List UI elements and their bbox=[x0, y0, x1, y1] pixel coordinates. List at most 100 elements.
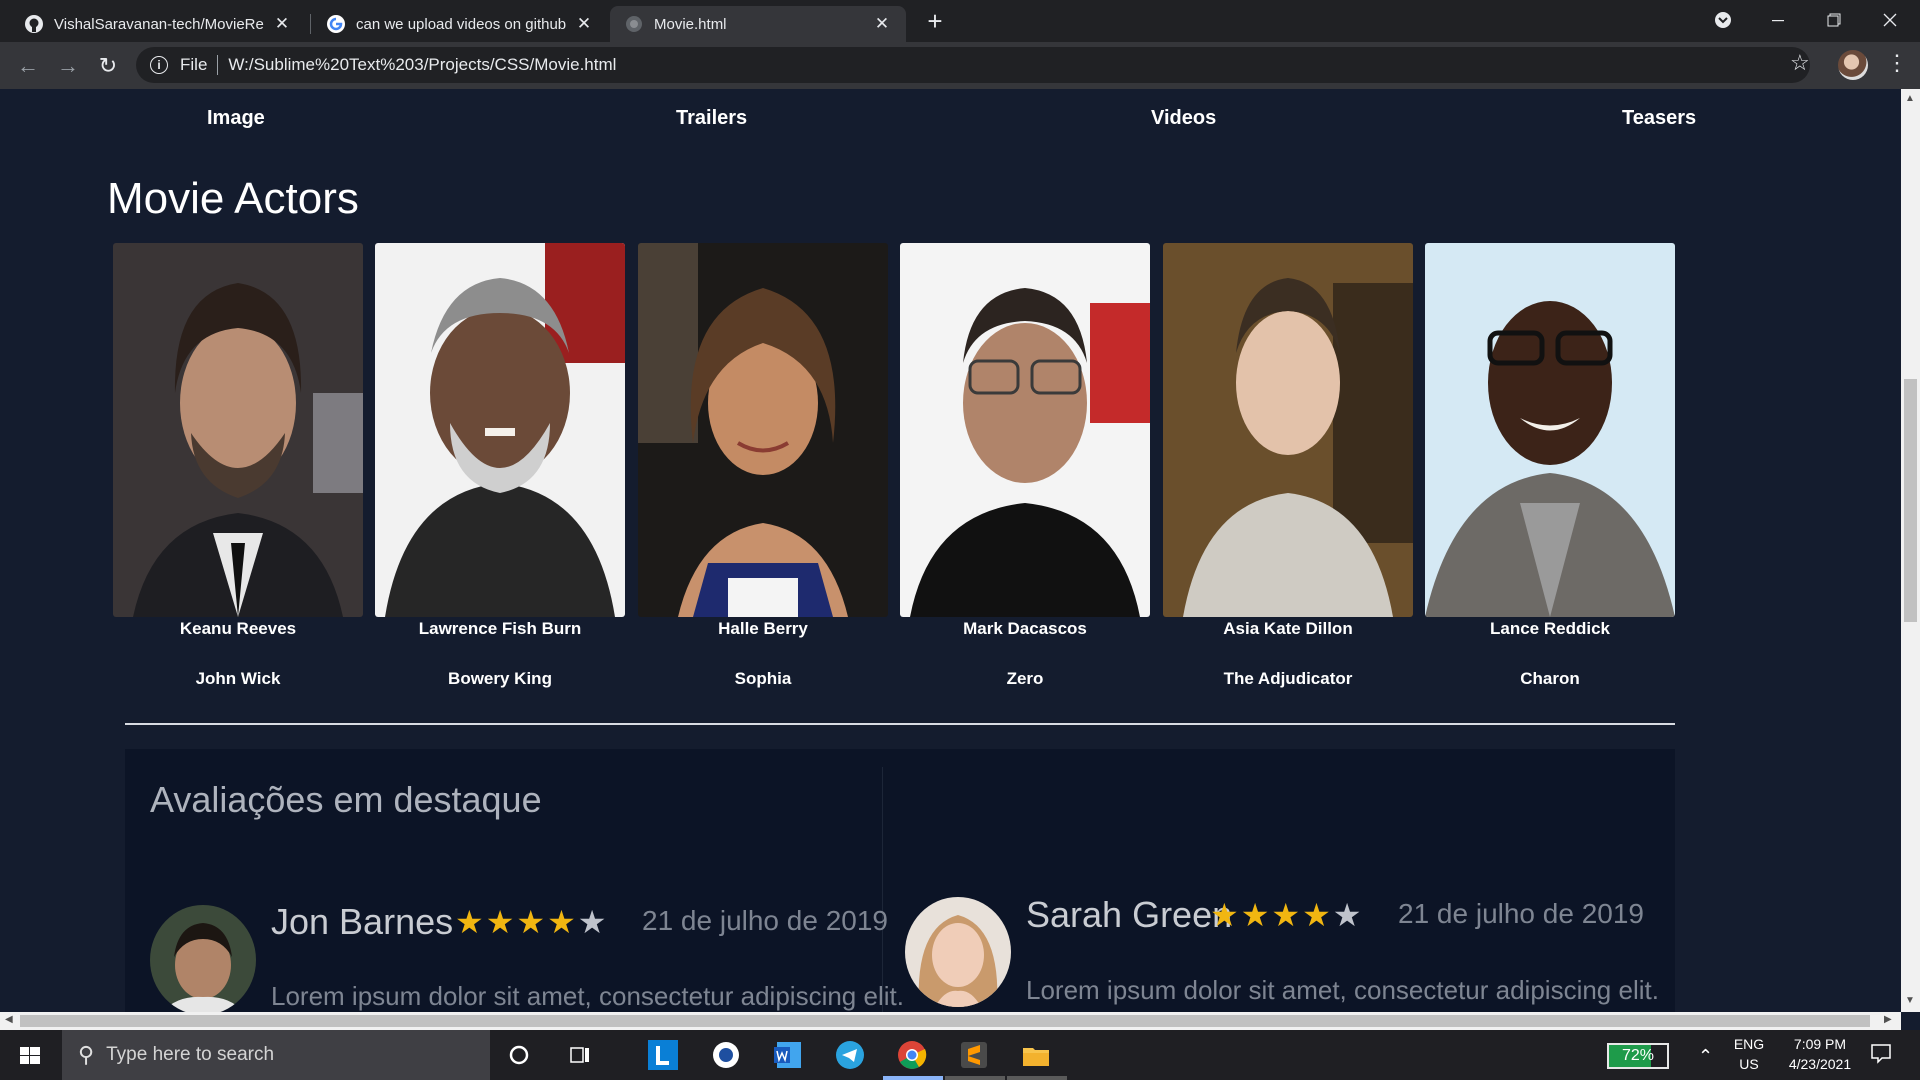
actor-photo bbox=[375, 243, 625, 617]
scrollbar-thumb[interactable] bbox=[1904, 379, 1917, 622]
reviewer-name: Jon Barnes bbox=[271, 901, 454, 942]
actor-card[interactable]: Keanu Reeves John Wick bbox=[113, 243, 363, 688]
tab-search-icon[interactable] bbox=[1695, 0, 1751, 40]
open-app-indicator bbox=[945, 1076, 1005, 1080]
star-filled-icon: ★ bbox=[1271, 897, 1303, 933]
scrollbar-thumb[interactable] bbox=[20, 1015, 1870, 1027]
show-hidden-icons-chevron-icon[interactable]: ⌃ bbox=[1698, 1046, 1713, 1067]
tab-movie-html[interactable]: Movie.html ✕ bbox=[610, 6, 906, 42]
file-explorer-icon[interactable] bbox=[1019, 1038, 1053, 1072]
app-circle-icon[interactable] bbox=[709, 1038, 743, 1072]
scroll-up-arrow-icon[interactable]: ▲ bbox=[1905, 93, 1915, 104]
tab-github[interactable]: VishalSaravanan-tech/MovieRepo ✕ bbox=[10, 6, 306, 42]
open-app-indicator bbox=[1007, 1076, 1067, 1080]
actor-card[interactable]: Asia Kate Dillon The Adjudicator bbox=[1163, 243, 1413, 688]
actor-name: Halle Berry bbox=[718, 619, 808, 638]
profile-avatar[interactable] bbox=[1838, 50, 1868, 80]
tab-separator bbox=[310, 14, 311, 34]
app-l-icon[interactable] bbox=[646, 1038, 680, 1072]
restore-icon[interactable] bbox=[1806, 0, 1862, 40]
taskbar-search-box[interactable]: ⚲ Type here to search bbox=[62, 1030, 490, 1080]
close-icon[interactable]: ✕ bbox=[272, 14, 292, 34]
battery-indicator[interactable]: 72% bbox=[1607, 1043, 1669, 1069]
scroll-right-arrow-icon[interactable]: ▶ bbox=[1884, 1014, 1892, 1025]
browser-tab-strip: VishalSaravanan-tech/MovieRepo ✕ can we … bbox=[0, 0, 1920, 42]
star-filled-icon: ★ bbox=[455, 904, 486, 940]
task-view-icon[interactable] bbox=[563, 1038, 597, 1072]
address-url: W:/Sublime%20Text%203/Projects/CSS/Movie… bbox=[228, 55, 617, 74]
review-text: Lorem ipsum dolor sit amet, consectetur … bbox=[1026, 975, 1659, 1005]
actor-photo bbox=[1163, 243, 1413, 617]
star-filled-icon: ★ bbox=[1210, 897, 1241, 933]
windows-taskbar: ⚲ Type here to search 72% ⌃ ENG US 7:09 … bbox=[0, 1030, 1920, 1080]
tab-google-search[interactable]: can we upload videos on github ✕ bbox=[312, 6, 608, 42]
address-divider bbox=[217, 55, 219, 75]
search-icon: ⚲ bbox=[78, 1042, 95, 1067]
actor-name: Mark Dacascos bbox=[963, 619, 1087, 638]
star-filled-icon: ★ bbox=[1240, 897, 1272, 933]
clock-date: 4/23/2021 bbox=[1788, 1056, 1852, 1072]
forward-arrow-icon[interactable]: → bbox=[52, 50, 84, 82]
actor-role: Sophia bbox=[734, 669, 792, 688]
tab-title: VishalSaravanan-tech/MovieRepo bbox=[54, 15, 264, 33]
actor-card[interactable]: Lance Reddick Charon bbox=[1425, 243, 1675, 688]
minimize-icon[interactable] bbox=[1750, 0, 1806, 40]
actor-name: Lance Reddick bbox=[1490, 619, 1610, 638]
reviewer-name: Sarah Green bbox=[1026, 894, 1233, 935]
actor-role: Zero bbox=[1006, 669, 1044, 688]
bookmark-star-icon[interactable]: ☆ bbox=[1790, 50, 1810, 76]
actor-photo bbox=[113, 243, 363, 617]
page-viewport: Image Trailers Videos Teasers Movie Acto… bbox=[0, 89, 1901, 1012]
input-language-indicator[interactable]: ENG US bbox=[1730, 1036, 1768, 1072]
tab-title: Movie.html bbox=[654, 15, 727, 33]
media-nav: Image Trailers Videos Teasers bbox=[0, 89, 1901, 147]
globe-icon bbox=[624, 14, 644, 34]
scroll-left-arrow-icon[interactable]: ◀ bbox=[5, 1014, 13, 1025]
close-window-icon[interactable] bbox=[1862, 0, 1918, 40]
actor-name: Lawrence Fish Burn bbox=[418, 619, 582, 638]
nav-videos[interactable]: Videos bbox=[1151, 107, 1216, 130]
star-empty-icon: ★ bbox=[577, 904, 609, 940]
star-empty-icon: ★ bbox=[1332, 897, 1364, 933]
telegram-icon[interactable] bbox=[833, 1038, 867, 1072]
close-icon[interactable]: ✕ bbox=[872, 14, 892, 34]
actor-card[interactable]: Mark Dacascos Zero bbox=[900, 243, 1150, 688]
star-filled-icon: ★ bbox=[1302, 897, 1333, 933]
actor-card[interactable]: Lawrence Fish Burn Bowery King bbox=[375, 243, 625, 688]
info-icon[interactable]: i bbox=[150, 56, 168, 74]
actor-card[interactable]: Halle Berry Sophia bbox=[638, 243, 888, 688]
close-icon[interactable]: ✕ bbox=[574, 14, 594, 34]
chrome-icon[interactable] bbox=[895, 1038, 929, 1072]
reviewer-avatar bbox=[905, 897, 1011, 1007]
horizontal-scrollbar[interactable]: ◀ ▶ bbox=[0, 1012, 1901, 1030]
reviews-heading: Avaliações em destaque bbox=[150, 779, 542, 820]
cortana-icon[interactable] bbox=[502, 1038, 536, 1072]
actor-photo bbox=[638, 243, 888, 617]
word-icon[interactable] bbox=[771, 1038, 805, 1072]
system-clock[interactable]: 7:09 PM 4/23/2021 bbox=[1772, 1036, 1868, 1072]
language-code: ENG bbox=[1733, 1036, 1765, 1052]
region-code: US bbox=[1739, 1056, 1759, 1072]
reload-icon[interactable]: ↻ bbox=[92, 50, 124, 82]
new-tab-button[interactable]: + bbox=[921, 8, 949, 36]
windows-start-icon[interactable] bbox=[10, 1040, 50, 1072]
more-menu-icon[interactable]: ⋮ bbox=[1886, 50, 1908, 76]
actor-name: Keanu Reeves bbox=[179, 619, 297, 638]
vertical-scrollbar[interactable]: ▲ ▼ bbox=[1901, 89, 1920, 1012]
browser-toolbar: ← → ↻ i File W:/Sublime%20Text%203/Proje… bbox=[0, 42, 1920, 89]
section-divider bbox=[125, 723, 1675, 725]
nav-image[interactable]: Image bbox=[207, 107, 265, 130]
nav-teasers[interactable]: Teasers bbox=[1622, 107, 1696, 130]
nav-trailers[interactable]: Trailers bbox=[676, 107, 747, 130]
scroll-down-arrow-icon[interactable]: ▼ bbox=[1905, 995, 1915, 1006]
address-bar[interactable]: i File W:/Sublime%20Text%203/Projects/CS… bbox=[136, 47, 1810, 83]
reviews-section: Avaliações em destaque Jon Barnes ★★★★★ … bbox=[125, 749, 1675, 1012]
back-arrow-icon[interactable]: ← bbox=[12, 50, 44, 82]
address-scheme: File bbox=[180, 55, 208, 74]
notifications-icon[interactable] bbox=[1868, 1042, 1894, 1067]
reviewer-avatar bbox=[150, 905, 256, 1012]
review-text: Lorem ipsum dolor sit amet, consectetur … bbox=[271, 981, 904, 1011]
github-icon bbox=[24, 14, 44, 34]
actor-role: John Wick bbox=[195, 669, 281, 688]
sublime-text-icon[interactable] bbox=[957, 1038, 991, 1072]
